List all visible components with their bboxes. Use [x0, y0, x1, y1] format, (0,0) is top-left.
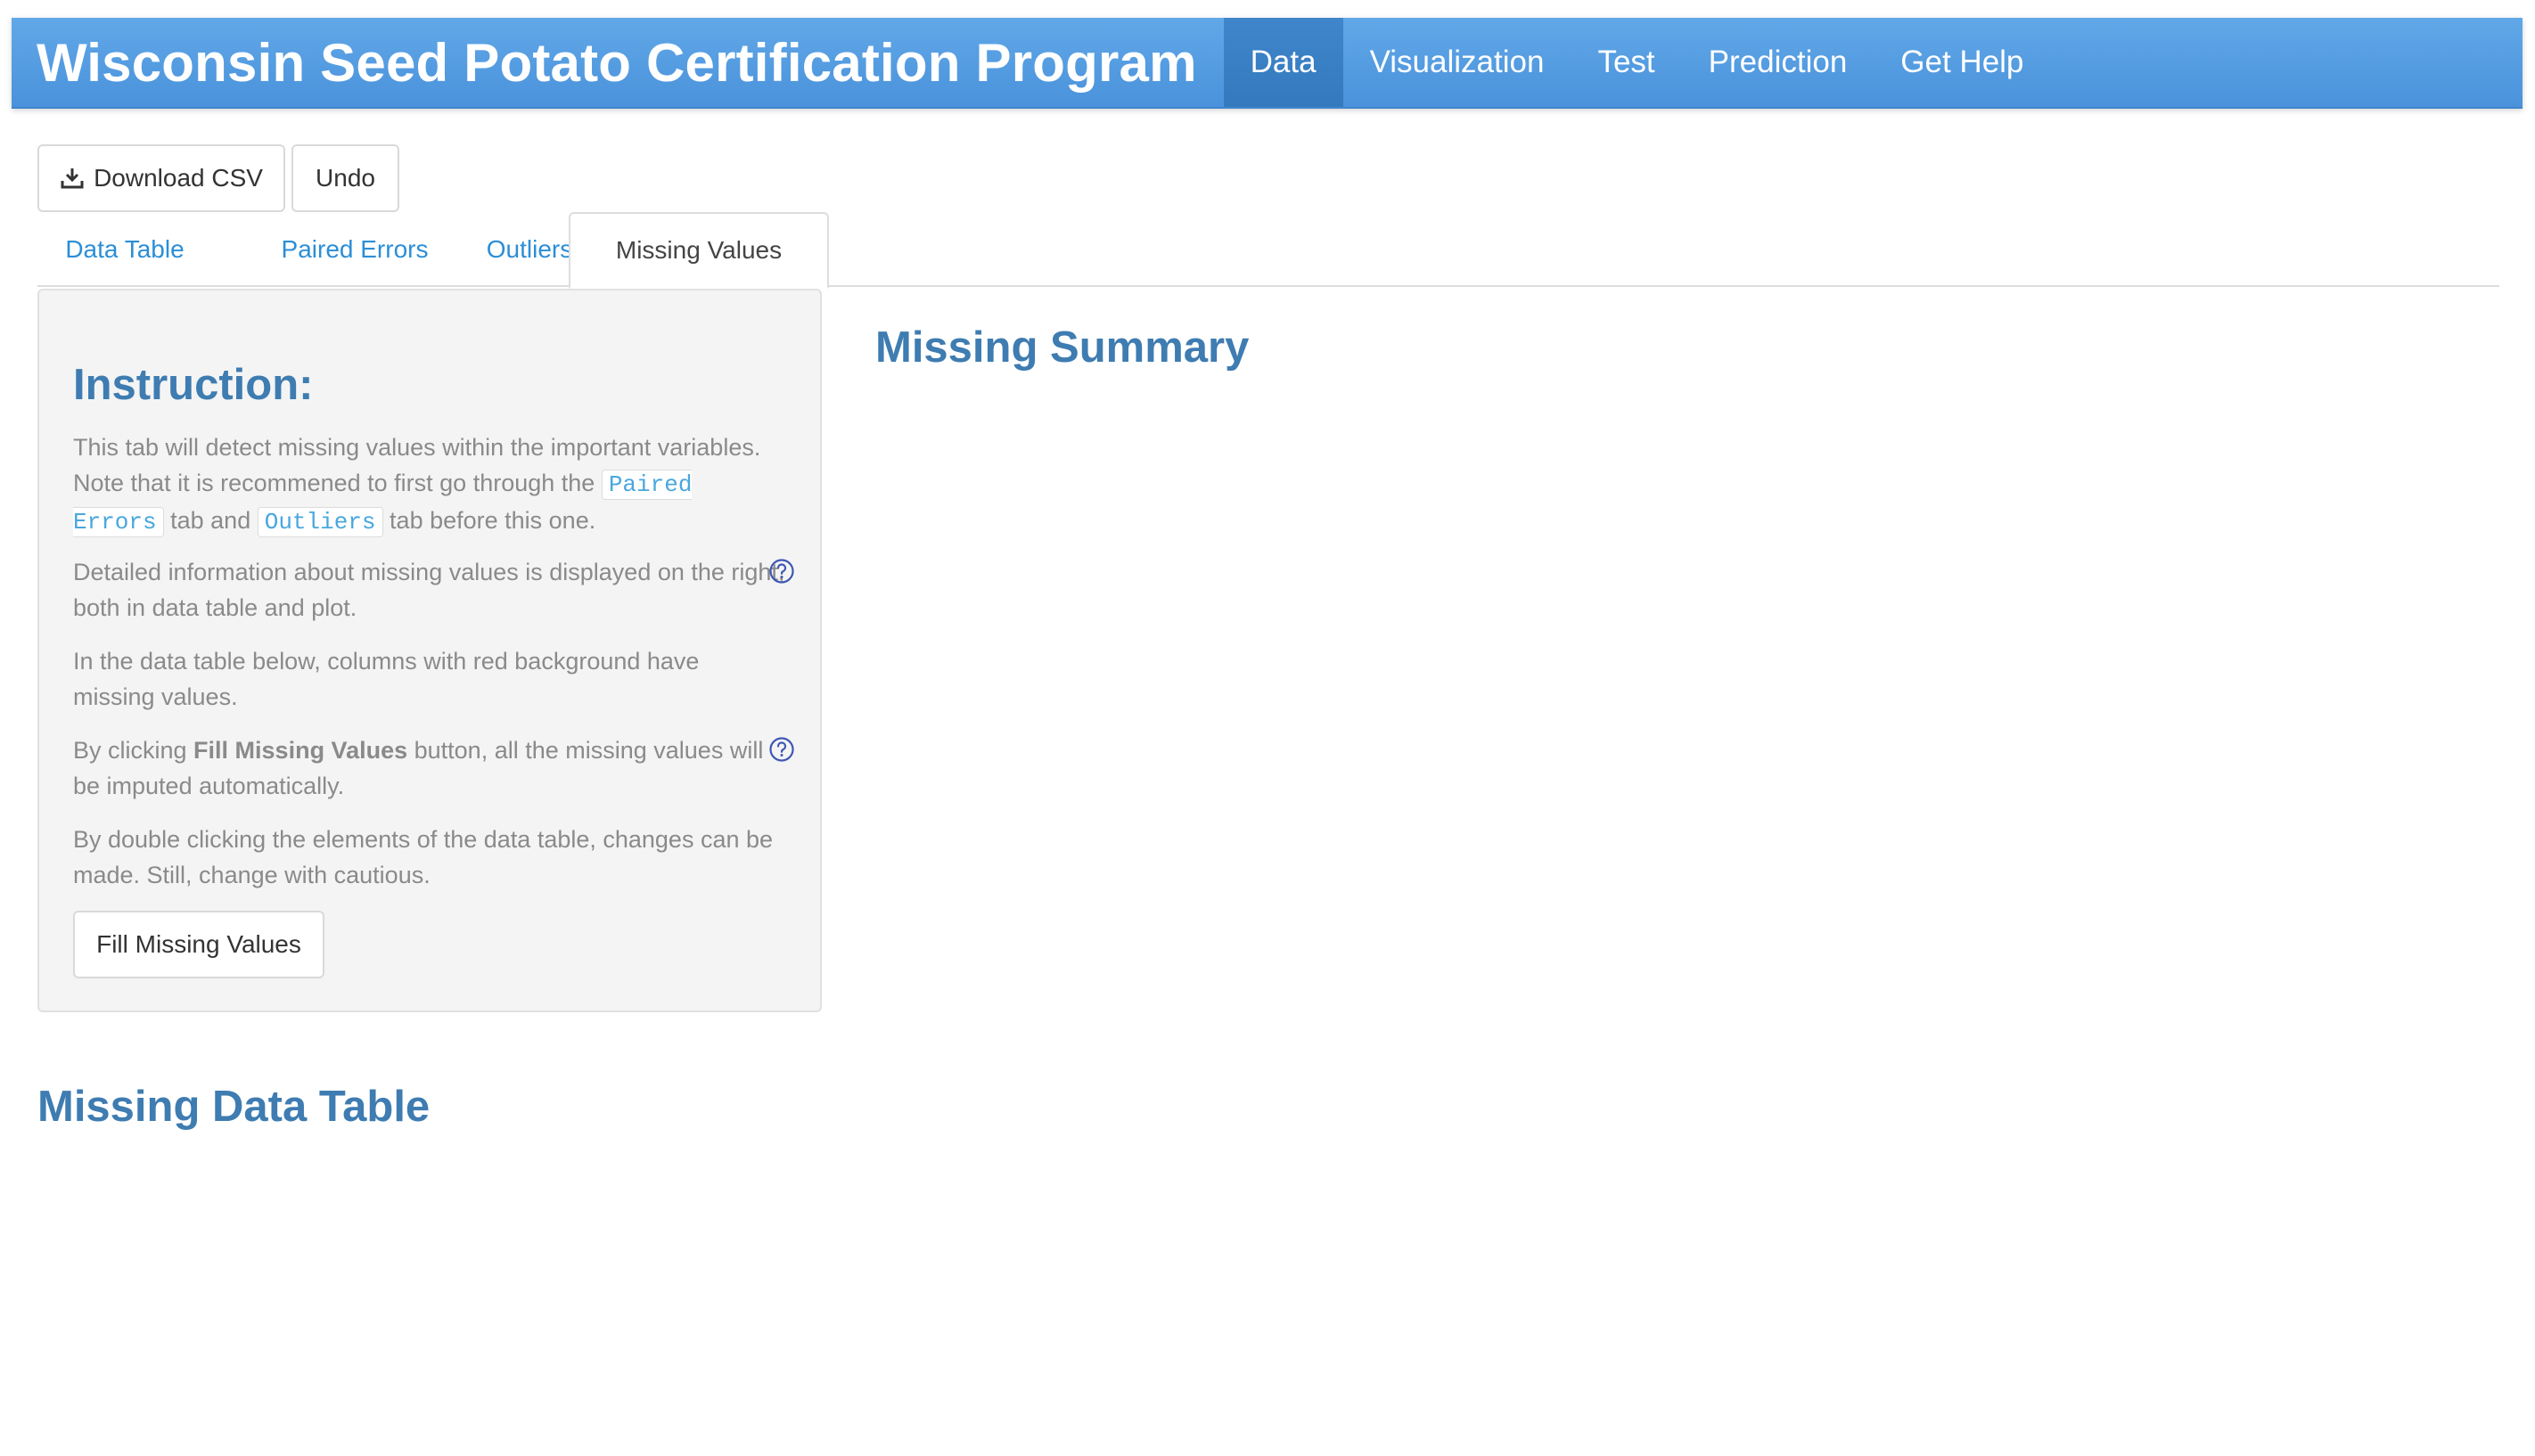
- undo-button[interactable]: Undo: [291, 144, 399, 212]
- download-csv-button[interactable]: Download CSV: [37, 144, 285, 212]
- nav-item-get-help[interactable]: Get Help: [1874, 18, 2050, 107]
- p4-bold-text: Fill Missing Values: [193, 737, 408, 764]
- question-circle-icon[interactable]: [768, 558, 795, 585]
- data-tabs: Data Table Paired Errors Outliers Missin…: [37, 212, 2499, 289]
- instruction-paragraph-3: In the data table below, columns with re…: [73, 648, 700, 710]
- nav-item-visualization[interactable]: Visualization: [1343, 18, 1571, 107]
- instruction-title: Instruction:: [73, 361, 314, 409]
- instruction-paragraph-4: By clicking Fill Missing Values button, …: [73, 732, 786, 804]
- p4-text-before: By clicking: [73, 737, 194, 764]
- undo-label: Undo: [316, 164, 375, 192]
- tab-missing-values[interactable]: Missing Values: [569, 212, 829, 289]
- nav-menu: Data Visualization Test Prediction Get H…: [1223, 18, 2051, 107]
- top-navbar: Wisconsin Seed Potato Certification Prog…: [12, 18, 2523, 109]
- p1-text-between: tab and: [163, 507, 258, 534]
- download-csv-label: Download CSV: [94, 164, 263, 192]
- nav-item-prediction[interactable]: Prediction: [1682, 18, 1875, 107]
- tab-paired-errors[interactable]: Paired Errors: [241, 212, 469, 287]
- nav-item-test[interactable]: Test: [1571, 18, 1681, 107]
- instruction-paragraph-5: By double clicking the elements of the d…: [73, 826, 774, 888]
- tab-data-table[interactable]: Data Table: [37, 212, 212, 287]
- nav-item-data[interactable]: Data: [1223, 18, 1343, 107]
- page: Wisconsin Seed Potato Certification Prog…: [0, 0, 2535, 1456]
- download-icon: [61, 168, 84, 189]
- instruction-panel: Instruction: This tab will detect missin…: [37, 289, 822, 1012]
- missing-data-table-heading: Missing Data Table: [37, 1083, 431, 1131]
- instruction-paragraph-1: This tab will detect missing values with…: [73, 429, 786, 540]
- fill-missing-values-button[interactable]: Fill Missing Values: [73, 911, 324, 978]
- instruction-paragraph-2: Detailed information about missing value…: [73, 559, 785, 621]
- outliers-code: Outliers: [257, 507, 383, 537]
- app-title[interactable]: Wisconsin Seed Potato Certification Prog…: [12, 18, 1224, 107]
- p1-text-after: tab before this one.: [382, 507, 596, 534]
- missing-summary-heading: Missing Summary: [875, 323, 1250, 372]
- question-circle-icon[interactable]: [768, 736, 795, 763]
